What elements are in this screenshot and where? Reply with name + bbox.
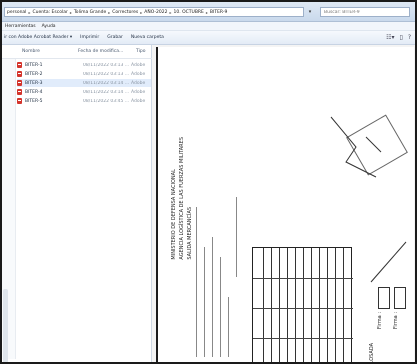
file-row[interactable]: BITER-1 08/11/2022 03:13 ... Adobe [17,61,151,69]
file-list-pane: Nombre Fecha de modifica... Tipo BITER-1… [2,45,152,362]
doc-header-line: AGENCIA LOGÍSTICA DE LAS FUERZAS MILITAR… [179,137,185,260]
menu-tools[interactable]: Herramientas [5,24,36,29]
file-name: BITER-1 [25,62,43,68]
pdf-file-icon [17,98,22,104]
chevron-right-icon[interactable]: ▸ [140,10,142,15]
doc-text-line [204,247,205,357]
burn-button[interactable]: Grabar [107,35,123,40]
file-date: 08/11/2022 03:13 ... [83,62,130,68]
signature-box [394,287,406,309]
pdf-file-icon [17,80,22,86]
file-name: BITER-3 [25,80,43,86]
column-type[interactable]: Tipo [136,49,145,54]
sign-label: Firma : [377,312,383,330]
view-controls: ☷▾ ▯ ? [386,34,411,41]
file-name: BITER-4 [25,89,43,95]
table-column-line [335,248,336,362]
chevron-right-icon[interactable]: ▸ [206,10,208,15]
table-column-line [287,248,288,362]
doc-text-line [228,297,229,357]
search-input[interactable] [324,9,404,15]
pdf-file-icon [17,89,22,95]
breadcrumb-item[interactable]: personal [7,10,26,15]
pdf-file-icon [17,71,22,77]
view-options-icon[interactable]: ☷▾ [386,34,394,41]
table-column-line [295,248,296,362]
breadcrumb-item[interactable]: BITER-9 [210,10,227,15]
closing-label: CLOSADA [369,343,375,364]
table-column-line [271,248,272,362]
file-date: 08/11/2022 03:13 ... [83,71,130,77]
column-headers: Nombre Fecha de modifica... Tipo [2,45,152,59]
doc-text-line [220,257,221,357]
open-with-button[interactable]: ir con Adobe Acrobat Reader ▾ [4,35,72,40]
scrollbar[interactable] [3,289,8,362]
explorer-window: personal ▸ Cuenta: Escolar ▸ Tolima Gran… [0,0,417,364]
column-name[interactable]: Nombre [22,49,40,54]
file-type: Adobe [131,80,146,86]
toolbar: ir con Adobe Acrobat Reader ▾ Imprimir G… [2,31,415,45]
table-column-line [343,248,344,362]
pdf-file-icon [17,62,22,68]
file-type: Adobe [131,62,146,68]
table-column-line [303,248,304,362]
breadcrumb-item[interactable]: AÑO-2022 [144,10,167,15]
table-row-line [253,338,353,339]
breadcrumb-item[interactable]: Correctores [112,10,138,15]
menu-help[interactable]: Ayuda [42,24,56,29]
file-row-selected[interactable]: BITER-3 08/11/2022 03:14 ... Adobe [17,79,151,87]
chevron-right-icon[interactable]: ▸ [70,10,72,15]
doc-header-line: SALIDA MERCANCÍAS [187,206,193,260]
document-header: MINISTERIO DE DEFENSA NACIONAL AGENCIA L… [170,137,194,260]
navigation-pane [2,59,16,362]
items-table [252,247,353,362]
help-icon[interactable]: ? [408,34,411,41]
chevron-right-icon[interactable]: ▸ [170,10,172,15]
breadcrumb-item[interactable]: Cuenta: Escolar [32,10,67,15]
table-column-line [311,248,312,362]
preview-pane-icon[interactable]: ▯ [400,34,403,41]
breadcrumb[interactable]: personal ▸ Cuenta: Escolar ▸ Tolima Gran… [4,7,304,17]
file-type: Adobe [131,71,146,77]
refresh-icon[interactable]: ▾ [305,7,315,17]
menu-bar: Herramientas Ayuda [2,22,415,31]
chevron-right-icon[interactable]: ▸ [108,10,110,15]
table-row-line [253,308,353,309]
signature-stroke [370,241,407,283]
doc-text-line [236,197,237,277]
file-type: Adobe [131,98,146,104]
file-date: 08/11/2022 03:14 ... [83,89,130,95]
doc-text-line [196,207,197,357]
search-box[interactable] [320,7,410,17]
breadcrumb-item[interactable]: Tolima Grande [74,10,106,15]
file-row[interactable]: BITER-4 08/11/2022 03:14 ... Adobe [17,88,151,96]
file-name: BITER-2 [25,71,43,77]
chevron-right-icon[interactable]: ▸ [28,10,30,15]
file-row[interactable]: BITER-2 08/11/2022 03:13 ... Adobe [17,70,151,78]
file-date: 08/11/2022 03:14 ... [83,80,130,86]
preview-pane: MINISTERIO DE DEFENSA NACIONAL AGENCIA L… [152,45,415,364]
address-bar: personal ▸ Cuenta: Escolar ▸ Tolima Gran… [2,2,415,22]
breadcrumb-item[interactable]: 10. OCTUBRE [174,10,204,15]
table-column-line [279,248,280,362]
table-column-line [327,248,328,362]
print-button[interactable]: Imprimir [80,35,99,40]
table-row-line [253,278,353,279]
file-name: BITER-5 [25,98,43,104]
file-type: Adobe [131,89,146,95]
document-preview[interactable]: MINISTERIO DE DEFENSA NACIONAL AGENCIA L… [156,47,414,364]
doc-header-line: MINISTERIO DE DEFENSA NACIONAL [171,169,177,260]
sign-label: Firma : [393,312,399,330]
table-column-line [263,248,264,362]
table-column-line [319,248,320,362]
signature-scribble [330,116,382,178]
new-folder-button[interactable]: Nueva carpeta [131,35,164,40]
doc-text-line [212,237,213,357]
column-date[interactable]: Fecha de modifica... [78,49,123,54]
open-with-label: ir con Adobe Acrobat Reader [4,35,69,40]
signature-box [378,287,390,309]
file-date: 08/11/2022 03:45 ... [83,98,130,104]
file-row[interactable]: BITER-5 08/11/2022 03:45 ... Adobe [17,97,151,105]
